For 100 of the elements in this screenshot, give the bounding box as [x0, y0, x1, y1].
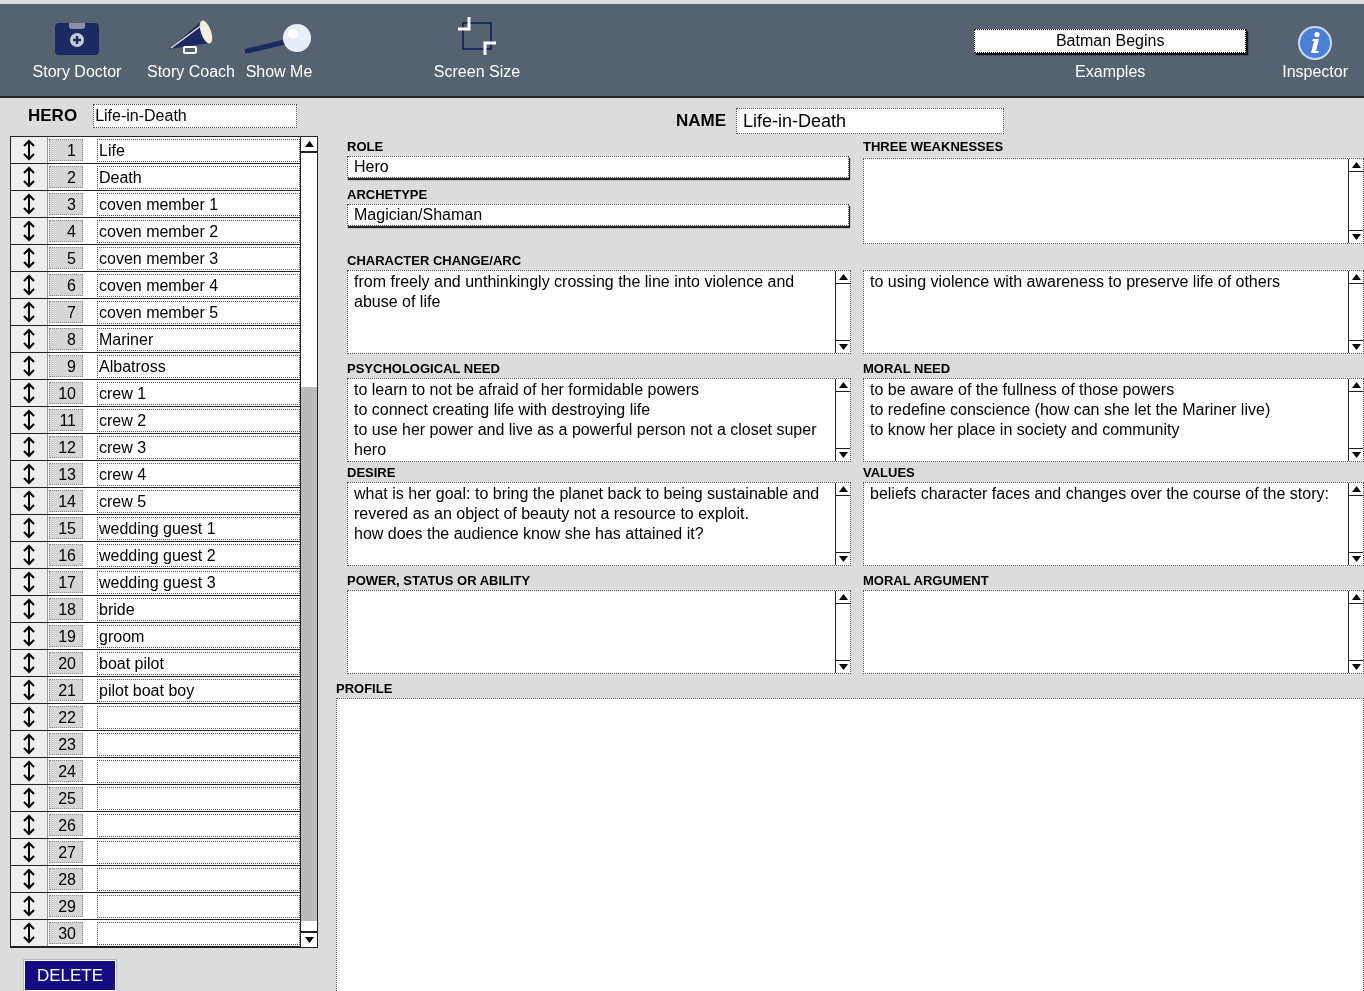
- character-name-field[interactable]: wedding guest 2: [97, 543, 300, 567]
- toolbar-button[interactable]: Screen Size: [432, 4, 522, 96]
- reorder-handle[interactable]: [11, 596, 48, 622]
- reorder-handle[interactable]: [11, 164, 48, 190]
- reorder-handle[interactable]: [11, 218, 48, 244]
- character-name-field[interactable]: coven member 3: [97, 246, 300, 270]
- reorder-handle[interactable]: [11, 758, 48, 784]
- reorder-handle[interactable]: [11, 272, 48, 298]
- delete-button[interactable]: DELETE: [24, 960, 116, 991]
- text-area[interactable]: from freely and unthinkingly crossing the line into violence and abuse of life: [347, 270, 851, 354]
- reorder-handle[interactable]: [11, 731, 48, 757]
- field-label: PROFILE: [336, 680, 394, 698]
- field-label: ARCHETYPE: [347, 186, 429, 204]
- character-name-field[interactable]: [97, 921, 300, 945]
- name-field[interactable]: Life-in-Death: [736, 108, 1005, 134]
- row-number: 1: [49, 139, 83, 161]
- reorder-handle[interactable]: [11, 785, 48, 811]
- inspector-button[interactable]: Inspector: [1282, 4, 1348, 96]
- character-name-field[interactable]: wedding guest 3: [97, 570, 300, 594]
- row-number: 30: [49, 922, 83, 944]
- character-name-field[interactable]: coven member 1: [97, 192, 300, 216]
- up-down-arrow-icon: [21, 220, 37, 242]
- character-name-field[interactable]: [97, 840, 300, 864]
- info-icon: [1297, 25, 1334, 61]
- reorder-handle[interactable]: [11, 407, 48, 433]
- field-label: PSYCHOLOGICAL NEED: [347, 360, 501, 378]
- character-name-field[interactable]: crew 5: [97, 489, 300, 513]
- character-name-field[interactable]: [97, 894, 300, 918]
- character-name-field[interactable]: coven member 4: [97, 273, 300, 297]
- toolbar-button[interactable]: Story Coach: [146, 4, 236, 96]
- character-name-field[interactable]: [97, 705, 300, 729]
- reorder-handle[interactable]: [11, 812, 48, 838]
- row-number: 7: [49, 301, 83, 323]
- character-name-field[interactable]: [97, 786, 300, 810]
- character-name-field[interactable]: pilot boat boy: [97, 678, 300, 702]
- text-area[interactable]: beliefs character faces and changes over the course of the story:: [863, 482, 1364, 566]
- row-number: 12: [49, 436, 83, 458]
- up-down-arrow-icon: [21, 814, 37, 836]
- reorder-handle[interactable]: [11, 650, 48, 676]
- character-name-field[interactable]: Death: [97, 165, 300, 189]
- text-area[interactable]: to using violence with awareness to preserve life of others: [863, 270, 1364, 354]
- character-name-field[interactable]: groom: [97, 624, 300, 648]
- reorder-handle[interactable]: [11, 623, 48, 649]
- text-field[interactable]: Hero: [347, 156, 849, 178]
- reorder-handle[interactable]: [11, 191, 48, 217]
- toolbar-button[interactable]: Story Doctor: [32, 4, 122, 96]
- up-down-arrow-icon: [21, 544, 37, 566]
- character-name-field[interactable]: [97, 813, 300, 837]
- character-name-field[interactable]: [97, 867, 300, 891]
- character-name-field[interactable]: coven member 5: [97, 300, 300, 324]
- up-down-arrow-icon: [21, 193, 37, 215]
- text-field[interactable]: Magician/Shaman: [347, 204, 849, 226]
- reorder-handle[interactable]: [11, 380, 48, 406]
- reorder-handle[interactable]: [11, 245, 48, 271]
- reorder-handle[interactable]: [11, 434, 48, 460]
- character-name-field[interactable]: bride: [97, 597, 300, 621]
- row-number: 21: [49, 679, 83, 701]
- reorder-handle[interactable]: [11, 893, 48, 919]
- character-name-field[interactable]: Mariner: [97, 327, 300, 351]
- reorder-handle[interactable]: [11, 704, 48, 730]
- scroll-down-icon: [1351, 556, 1361, 562]
- character-name-field[interactable]: crew 1: [97, 381, 300, 405]
- reorder-handle[interactable]: [11, 920, 48, 946]
- character-name-field[interactable]: [97, 732, 300, 756]
- reorder-handle[interactable]: [11, 353, 48, 379]
- field-label: ROLE: [347, 138, 385, 156]
- hero-name-field[interactable]: Life-in-Death: [93, 104, 298, 128]
- text-area[interactable]: to be aware of the fullness of those powers to redefine conscience (how can she let the Mariner live) to know her place in society and community: [863, 378, 1364, 462]
- up-down-arrow-icon: [21, 652, 37, 674]
- up-down-arrow-icon: [21, 355, 37, 377]
- up-down-arrow-icon: [21, 679, 37, 701]
- up-down-arrow-icon: [21, 895, 37, 917]
- character-name-field[interactable]: [97, 759, 300, 783]
- reorder-handle[interactable]: [11, 569, 48, 595]
- toolbar-button[interactable]: Show Me: [244, 4, 314, 96]
- text-area-content: to using violence with awareness to preserve life of others: [869, 272, 1281, 292]
- character-name-field[interactable]: Albatross: [97, 354, 300, 378]
- character-name-field[interactable]: Life: [97, 138, 300, 162]
- reorder-handle[interactable]: [11, 488, 48, 514]
- reorder-handle[interactable]: [11, 515, 48, 541]
- character-name-field[interactable]: boat pilot: [97, 651, 300, 675]
- character-name-field[interactable]: crew 2: [97, 408, 300, 432]
- examples-dropdown[interactable]: Batman Begins: [974, 29, 1247, 53]
- reorder-handle[interactable]: [11, 461, 48, 487]
- reorder-handle[interactable]: [11, 677, 48, 703]
- character-name-field[interactable]: crew 4: [97, 462, 300, 486]
- scroll-down-icon: [1351, 664, 1361, 670]
- character-name-field[interactable]: coven member 2: [97, 219, 300, 243]
- character-name-field[interactable]: crew 3: [97, 435, 300, 459]
- reorder-handle[interactable]: [11, 542, 48, 568]
- text-area[interactable]: what is her goal: to bring the planet back to being sustainable and revered as an object of beauty not a resource to exploit. how does the audience know she has attained it?: [347, 482, 851, 566]
- up-down-arrow-icon: [21, 787, 37, 809]
- row-number: 23: [49, 733, 83, 755]
- reorder-handle[interactable]: [11, 866, 48, 892]
- reorder-handle[interactable]: [11, 137, 48, 163]
- reorder-handle[interactable]: [11, 299, 48, 325]
- text-area-content: from freely and unthinkingly crossing the line into violence and abuse of life: [353, 272, 796, 312]
- reorder-handle[interactable]: [11, 839, 48, 865]
- reorder-handle[interactable]: [11, 326, 48, 352]
- character-name-field[interactable]: wedding guest 1: [97, 516, 300, 540]
